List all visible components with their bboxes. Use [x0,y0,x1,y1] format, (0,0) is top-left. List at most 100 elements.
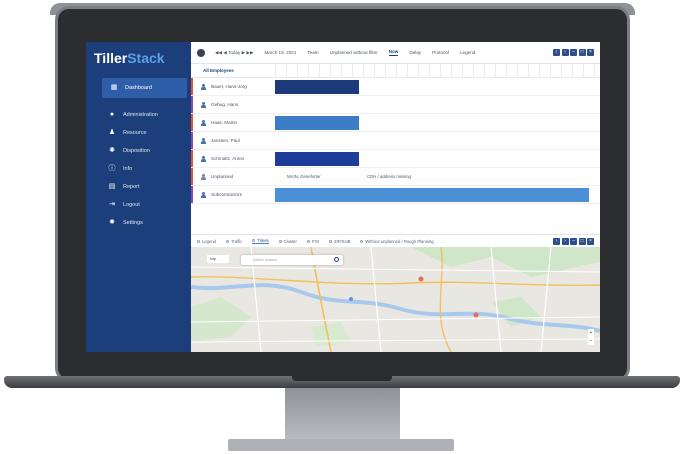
row-timeline[interactable] [275,132,600,149]
appointment-bar[interactable] [275,116,359,130]
sidebar-item-label: Resource [123,130,147,136]
settings-icon: ✹ [109,219,115,226]
map-view[interactable]: Map Search location + − [191,247,600,352]
panel-close-icon[interactable]: × [587,49,594,56]
person-icon [201,119,206,126]
map-type-toggle[interactable]: Map [207,255,229,263]
panel-prev-icon[interactable]: ‹ [553,238,560,245]
panel-maximize-icon[interactable]: □ [578,49,586,56]
scheduler-toolbar: ◀◀ ◀ Today ▶ ▶▶ March 19, 2021 Team Unpl… [191,42,600,64]
employee-name: Bauer, Hans-Jorg [191,83,275,90]
panel-maximize-icon[interactable]: □ [578,238,586,245]
logo-text-a: Tiller [94,50,128,66]
employee-name: Subcontractors [191,191,275,198]
map-search-input[interactable]: Search location [241,255,343,265]
app-logo[interactable]: TillerStack [86,48,191,74]
row-timeline[interactable] [275,78,600,95]
employee-filter[interactable]: All Employees [191,68,275,73]
logout-icon: ⇥ [109,201,115,208]
unplanned-cell[interactable]: MAIN, Geneforter [287,174,321,179]
clipboard-icon [201,173,206,180]
employee-name-text: Janssen, Paul [211,138,240,143]
panel-next-icon[interactable]: › [561,49,569,56]
scheduler-row[interactable]: Unplanned MAIN, Geneforter CDH / address… [191,168,600,186]
radio-icon [197,239,200,243]
scheduler-row[interactable]: Gebug, Hans [191,96,600,114]
sidebar-item-settings[interactable]: ✹ Settings [86,214,191,232]
map-tab-rough-planning[interactable]: Without unplanned / Rough Planning [360,239,434,244]
unplanned-cell[interactable]: CDH / address missing [367,174,411,179]
row-timeline[interactable] [275,150,600,167]
map-tab-legend[interactable]: Legend [197,239,216,244]
zoom-in-icon[interactable]: + [588,329,594,337]
scheduler-row[interactable]: Subcontractors [191,186,600,204]
row-timeline[interactable] [275,96,600,113]
toolbar-unplanned[interactable]: Unplanned without filter [330,50,378,55]
map-tab-times[interactable]: Times [252,238,269,244]
search-icon[interactable] [334,257,339,262]
map-tab-zip[interactable]: ZIP/SUB [329,239,350,244]
appointment-bar[interactable] [275,80,359,94]
zoom-control[interactable]: + − [588,329,594,345]
monitor-stand-neck [285,388,400,440]
zoom-out-icon[interactable]: − [588,337,594,345]
employee-name: Schmaltz, Anton [191,155,275,162]
sidebar-item-administration[interactable]: ● Administration [86,106,191,124]
map-tab-poi[interactable]: POI [306,239,319,244]
user-icon: ● [109,111,115,118]
panel-next-icon[interactable]: › [561,238,569,245]
panel-minimize-icon[interactable]: – [570,49,577,56]
appointment-bar[interactable] [275,188,589,202]
row-timeline[interactable] [275,114,600,131]
sidebar-item-report[interactable]: ▤ Report [86,178,191,196]
sidebar-item-label: Info [123,166,133,172]
scheduler-row[interactable]: Janssen, Paul [191,132,600,150]
date-navigation[interactable]: ◀◀ ◀ Today ▶ ▶▶ [215,50,253,56]
scheduler-row[interactable]: Haas, Martin [191,114,600,132]
monitor-base-notch [292,376,392,381]
panel-minimize-icon[interactable]: – [570,238,577,245]
map-tab-label: Legend [202,238,216,244]
scheduler-row[interactable]: Bauer, Hans-Jorg [191,78,600,96]
scheduler-header: All Employees [191,64,600,78]
panel-close-icon[interactable]: × [587,238,594,245]
row-marker [191,132,193,149]
toolbar-team[interactable]: Team [307,50,318,55]
toolbar-legend[interactable]: Legend [460,50,475,55]
radio-icon [360,239,364,243]
sidebar-item-logout[interactable]: ⇥ Logout [86,196,191,214]
sidebar-item-dashboard[interactable]: ▦ Dashboard [102,78,187,98]
row-timeline[interactable]: MAIN, Geneforter CDH / address missing [275,168,600,185]
map-tabbar: Legend Traffic Times Cluster POI ZIP/SUB… [191,234,600,247]
person-icon [201,101,206,108]
toolbar-delay[interactable]: Delay [409,50,421,55]
employee-name-text: Subcontractors [211,192,242,197]
sidebar-item-label: Logout [123,202,140,208]
sidebar-item-label: Settings [123,220,143,226]
grid-icon: ▦ [110,84,118,91]
radio-icon [329,239,333,243]
sidebar-item-info[interactable]: ⓘ Info [86,160,191,178]
person-icon [201,83,206,90]
row-marker [191,96,193,113]
panel-prev-icon[interactable]: ‹ [553,49,560,56]
radio-icon [278,239,282,243]
gear-icon: ✺ [109,147,115,154]
monitor: TillerStack ▦ Dashboard ● Administration… [0,0,684,454]
map-tab-cluster[interactable]: Cluster [278,239,297,244]
appointment-bar[interactable] [275,152,359,166]
employee-name-text: Haas, Martin [211,120,238,125]
toolbar-protocol[interactable]: Protocol [432,50,449,55]
scheduler-row[interactable]: Schmaltz, Anton [191,150,600,168]
radio-icon [225,239,229,243]
sidebar-item-disposition[interactable]: ✺ Disposition [86,142,191,160]
row-timeline[interactable] [275,186,600,203]
toolbar-now[interactable]: Now [388,49,399,56]
info-icon: ⓘ [108,165,116,172]
sidebar-item-resource[interactable]: ♟ Resource [86,124,191,142]
sidebar-item-label: Disposition [123,148,150,154]
globe-icon[interactable] [197,48,205,57]
map-tab-traffic[interactable]: Traffic [225,239,242,244]
main-panel: ◀◀ ◀ Today ▶ ▶▶ March 19, 2021 Team Unpl… [191,42,600,352]
current-date[interactable]: March 19, 2021 [264,50,296,55]
